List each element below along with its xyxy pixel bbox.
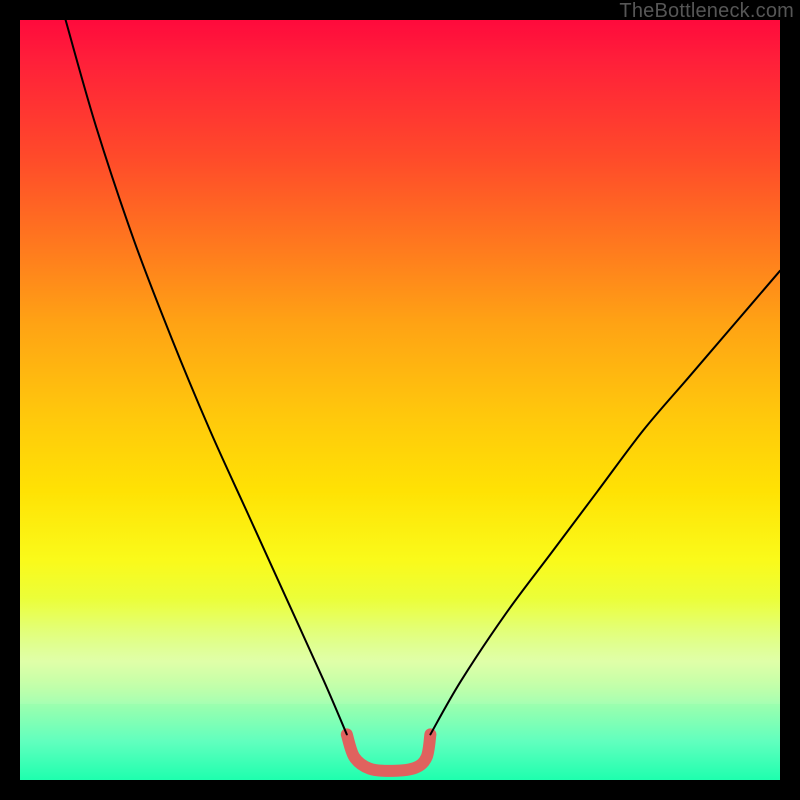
right-ascent-series (430, 271, 780, 735)
curve-layer (20, 20, 780, 780)
left-descent-series (66, 20, 347, 734)
valley-highlight-series (347, 734, 431, 771)
plot-area (20, 20, 780, 780)
chart-frame: TheBottleneck.com (0, 0, 800, 800)
